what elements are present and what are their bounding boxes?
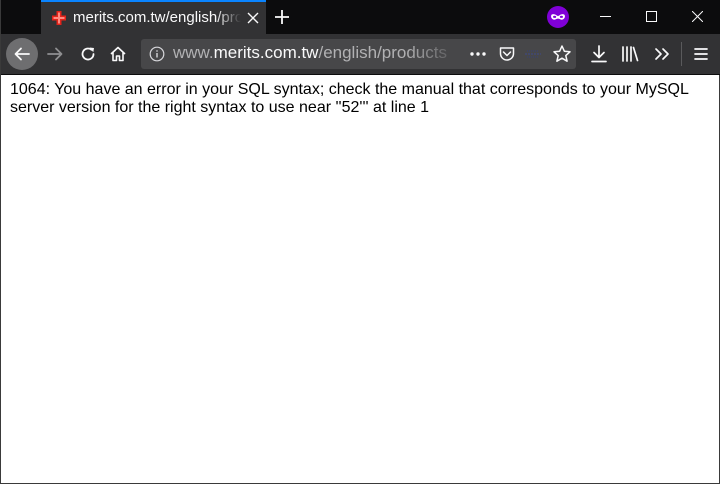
address-bar[interactable]: www.merits.com.tw/english/products <box>141 39 576 69</box>
hamburger-menu-icon[interactable] <box>691 44 711 64</box>
minimize-icon <box>600 16 611 17</box>
download-icon[interactable] <box>589 44 609 64</box>
tab-close-icon[interactable] <box>247 12 259 24</box>
reader-view-icon <box>525 50 541 58</box>
back-button[interactable] <box>6 38 38 70</box>
url-path: /english/products <box>318 43 447 62</box>
site-info-icon[interactable] <box>149 46 165 62</box>
close-icon <box>692 11 703 22</box>
back-arrow-icon <box>14 47 30 61</box>
url-prefix: www. <box>173 43 214 62</box>
private-browsing-mask-icon <box>547 6 569 28</box>
library-icon[interactable] <box>620 44 640 64</box>
overflow-chevrons-icon[interactable] <box>652 44 672 64</box>
maximize-button[interactable] <box>628 0 674 34</box>
page-actions-ellipsis-icon[interactable] <box>468 45 488 63</box>
browser-window: merits.com.tw/english/products <box>0 0 720 484</box>
red-cross-icon <box>52 11 66 25</box>
active-tab[interactable]: merits.com.tw/english/products <box>41 0 266 34</box>
url-text[interactable]: www.merits.com.tw/english/products <box>173 43 463 65</box>
minimize-button[interactable] <box>582 0 628 34</box>
bookmark-star-icon[interactable] <box>552 44 572 64</box>
pocket-icon[interactable] <box>498 45 516 63</box>
navigation-toolbar: www.merits.com.tw/english/products <box>1 34 720 75</box>
maximize-icon <box>646 11 657 22</box>
new-tab-icon[interactable] <box>274 9 290 25</box>
close-window-button[interactable] <box>674 0 720 34</box>
tab-title: merits.com.tw/english/products <box>73 9 241 26</box>
reload-icon[interactable] <box>79 45 97 63</box>
forward-arrow-icon[interactable] <box>46 45 64 63</box>
url-host: merits.com.tw <box>213 43 319 62</box>
sql-error-message: 1064: You have an error in your SQL synt… <box>10 81 689 116</box>
toolbar-separator <box>681 42 682 66</box>
page-content: 1064: You have an error in your SQL synt… <box>1 75 719 483</box>
home-icon[interactable] <box>109 45 127 63</box>
tab-strip: merits.com.tw/english/products <box>1 0 720 34</box>
